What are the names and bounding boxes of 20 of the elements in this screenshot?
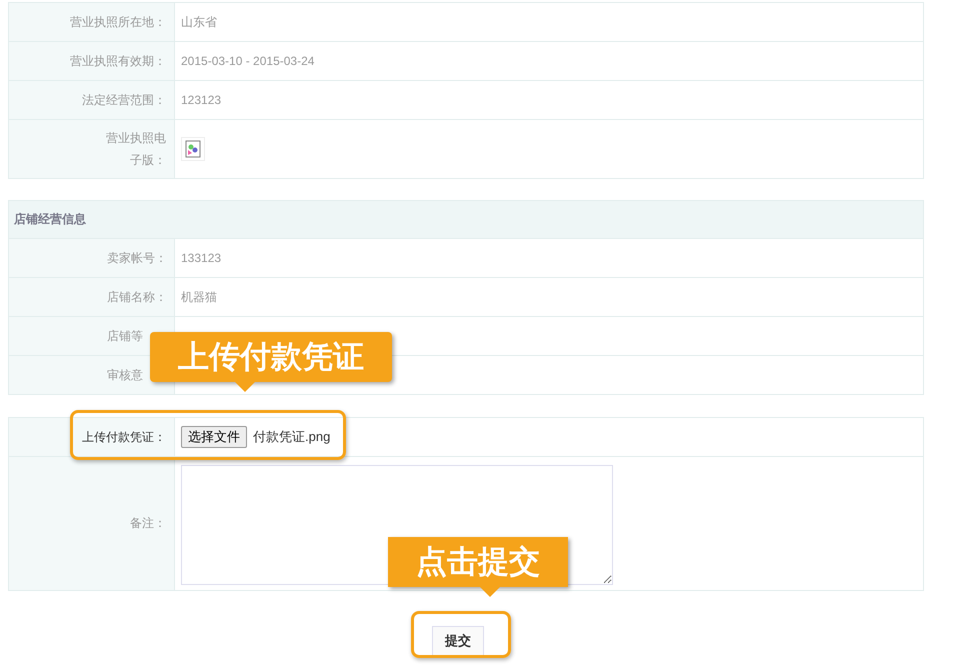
field-label: 营业执照所在地： — [70, 14, 166, 30]
field-label: 法定经营范围： — [82, 92, 166, 108]
section-title: 店铺经营信息 — [14, 211, 86, 228]
field-value: 山东省 — [181, 14, 217, 30]
field-label: 店铺等 — [107, 328, 143, 344]
file-name: 付款凭证.png — [253, 428, 330, 446]
field-label: 营业执照电子版： — [106, 130, 166, 169]
field-label: 上传付款凭证： — [82, 428, 166, 446]
field-label: 卖家帐号： — [107, 250, 167, 266]
field-value: 123123 — [181, 93, 222, 107]
field-label: 营业执照有效期： — [70, 52, 166, 70]
field-label: 审核意 — [107, 366, 143, 384]
broken-image-icon[interactable] — [181, 137, 205, 161]
field-value: 133123 — [181, 251, 222, 265]
submit-button[interactable]: 提交 — [432, 626, 484, 656]
field-value: 2015-03-10 - 2015-03-24 — [181, 54, 314, 68]
field-value: 机器猫 — [181, 288, 217, 306]
choose-file-button[interactable]: 选择文件 — [181, 426, 247, 448]
field-label: 店铺名称： — [107, 288, 167, 306]
field-label: 备注： — [130, 515, 166, 532]
